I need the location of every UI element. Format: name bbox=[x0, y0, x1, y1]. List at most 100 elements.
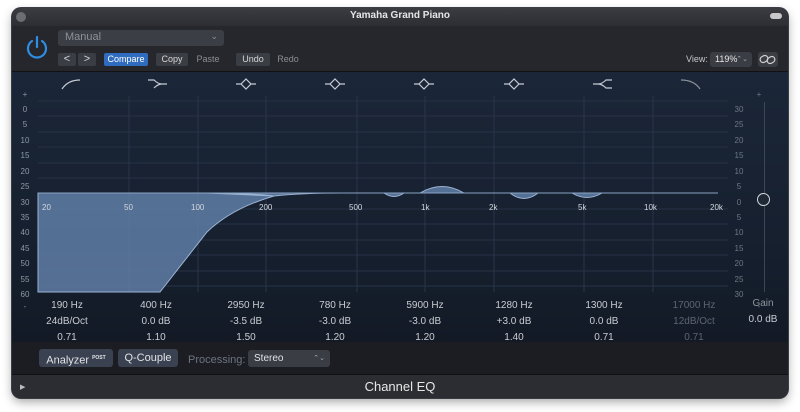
band-7-gain[interactable]: 0.0 dB bbox=[564, 314, 644, 330]
previous-preset-button[interactable]: < bbox=[58, 53, 76, 66]
redo-button[interactable]: Redo bbox=[272, 53, 304, 66]
band-6-q[interactable]: 1.40 bbox=[474, 330, 554, 346]
band-1-params[interactable]: 190 Hz 24dB/Oct 0.71 bbox=[27, 298, 107, 346]
processing-select[interactable]: Stereo ⌃⌄ bbox=[248, 350, 330, 367]
footer-controls: Analyzer POST Q-Couple Processing: Stereo… bbox=[12, 346, 788, 372]
freq-tick-label: 1k bbox=[421, 203, 430, 212]
band-6-params[interactable]: 1280 Hz +3.0 dB 1.40 bbox=[474, 298, 554, 346]
band-5-params[interactable]: 5900 Hz -3.0 dB 1.20 bbox=[385, 298, 465, 346]
preset-menu[interactable]: Manual ⌄ bbox=[58, 30, 224, 46]
freq-tick-label: 10k bbox=[644, 203, 657, 212]
low-cut-icon[interactable] bbox=[60, 78, 82, 90]
db-tick-left: 20 bbox=[20, 167, 30, 176]
freq-tick-label: 20k bbox=[710, 203, 723, 212]
processing-label: Processing: bbox=[188, 354, 246, 366]
power-icon[interactable] bbox=[24, 34, 50, 62]
high-cut-icon[interactable] bbox=[680, 78, 702, 90]
view-zoom-select[interactable]: 119% ⌃⌄ bbox=[710, 52, 752, 67]
band-4-q[interactable]: 1.20 bbox=[295, 330, 375, 346]
band-7-params[interactable]: 1300 Hz 0.0 dB 0.71 bbox=[564, 298, 644, 346]
db-tick-left: 40 bbox=[20, 228, 30, 237]
copy-button[interactable]: Copy bbox=[156, 53, 188, 66]
db-tick-left: 5 bbox=[22, 120, 28, 129]
band-8-q[interactable]: 0.71 bbox=[654, 330, 734, 346]
q-couple-button[interactable]: Q-Couple bbox=[118, 349, 178, 367]
bell-icon[interactable] bbox=[413, 78, 435, 90]
band-1-q[interactable]: 0.71 bbox=[27, 330, 107, 346]
bell-icon[interactable] bbox=[235, 78, 257, 90]
db-tick-right: 15 bbox=[734, 244, 744, 253]
analyzer-label: Analyzer bbox=[46, 354, 90, 367]
gain-slider-knob[interactable] bbox=[757, 193, 770, 206]
band-3-q[interactable]: 1.50 bbox=[206, 330, 286, 346]
bottom-bar: ▶ Channel EQ bbox=[12, 374, 788, 398]
paste-button[interactable]: Paste bbox=[192, 53, 224, 66]
high-shelf-icon[interactable] bbox=[592, 78, 614, 90]
band-5-q[interactable]: 1.20 bbox=[385, 330, 465, 346]
freq-tick-label: 200 bbox=[259, 203, 273, 212]
band-5-frequency[interactable]: 5900 Hz bbox=[385, 298, 465, 314]
band-4-frequency[interactable]: 780 Hz bbox=[295, 298, 375, 314]
band-3-frequency[interactable]: 2950 Hz bbox=[206, 298, 286, 314]
band-8-params[interactable]: 17000 Hz 12dB/Oct 0.71 bbox=[654, 298, 734, 346]
title-bar: Yamaha Grand Piano bbox=[12, 8, 788, 26]
band-parameters: 190 Hz 24dB/Oct 0.71 400 Hz 0.0 dB 1.10 … bbox=[12, 298, 788, 348]
preset-name: Manual bbox=[65, 31, 102, 43]
band-8-frequency[interactable]: 17000 Hz bbox=[654, 298, 734, 314]
db-tick-left: 15 bbox=[20, 151, 30, 160]
freq-tick-label: 2k bbox=[489, 203, 498, 212]
freq-tick-label: 100 bbox=[191, 203, 205, 212]
db-tick-left: 35 bbox=[20, 213, 30, 222]
db-tick-right: 15 bbox=[734, 151, 744, 160]
gain-value[interactable]: 0.0 dB bbox=[742, 314, 784, 325]
analyzer-button[interactable]: Analyzer POST bbox=[39, 349, 113, 367]
undo-button[interactable]: Undo bbox=[236, 53, 270, 66]
analyzer-post-badge: POST bbox=[92, 355, 106, 361]
compare-button[interactable]: Compare bbox=[104, 53, 148, 66]
view-label: View: bbox=[686, 54, 708, 64]
db-tick-left: 55 bbox=[20, 275, 30, 284]
next-preset-button[interactable]: > bbox=[78, 53, 96, 66]
band-2-q[interactable]: 1.10 bbox=[116, 330, 196, 346]
band-2-gain[interactable]: 0.0 dB bbox=[116, 314, 196, 330]
band-3-params[interactable]: 2950 Hz -3.5 dB 1.50 bbox=[206, 298, 286, 346]
db-tick-left: 10 bbox=[20, 136, 30, 145]
link-icon[interactable] bbox=[758, 52, 778, 67]
db-tick-right: 0 bbox=[736, 198, 742, 207]
view-zoom-value: 119% bbox=[715, 54, 738, 64]
band-4-gain[interactable]: -3.0 dB bbox=[295, 314, 375, 330]
band-8-gain[interactable]: 12dB/Oct bbox=[654, 314, 734, 330]
bell-icon[interactable] bbox=[503, 78, 525, 90]
window-title: Yamaha Grand Piano bbox=[349, 10, 451, 21]
freq-tick-label: 500 bbox=[349, 203, 363, 212]
band-2-frequency[interactable]: 400 Hz bbox=[116, 298, 196, 314]
bell-icon[interactable] bbox=[324, 78, 346, 90]
band-7-frequency[interactable]: 1300 Hz bbox=[564, 298, 644, 314]
eq-curve-fill bbox=[37, 186, 718, 293]
band-1-gain[interactable]: 24dB/Oct bbox=[27, 314, 107, 330]
band-2-params[interactable]: 400 Hz 0.0 dB 1.10 bbox=[116, 298, 196, 346]
up-down-icon: ⌃⌄ bbox=[736, 56, 748, 63]
processing-value: Stereo bbox=[254, 353, 284, 364]
chevron-down-icon: ⌄ bbox=[210, 31, 218, 41]
db-tick-right: 20 bbox=[734, 259, 744, 268]
band-6-frequency[interactable]: 1280 Hz bbox=[474, 298, 554, 314]
low-shelf-icon[interactable] bbox=[146, 78, 168, 90]
band-1-frequency[interactable]: 190 Hz bbox=[27, 298, 107, 314]
band-7-q[interactable]: 0.71 bbox=[564, 330, 644, 346]
db-tick-left: 30 bbox=[20, 198, 30, 207]
db-tick-left: + bbox=[22, 90, 28, 99]
db-tick-left: 45 bbox=[20, 244, 30, 253]
band-5-gain[interactable]: -3.0 dB bbox=[385, 314, 465, 330]
db-tick-right: 10 bbox=[734, 228, 744, 237]
band-3-gain[interactable]: -3.5 dB bbox=[206, 314, 286, 330]
freq-tick-label: 20 bbox=[42, 203, 51, 212]
window-resize-icon[interactable] bbox=[770, 13, 782, 19]
db-tick-right: 25 bbox=[734, 275, 744, 284]
band-4-params[interactable]: 780 Hz -3.0 dB 1.20 bbox=[295, 298, 375, 346]
db-tick-right: + bbox=[756, 90, 762, 99]
db-tick-left: 0 bbox=[22, 105, 28, 114]
db-tick-right: 25 bbox=[734, 120, 744, 129]
band-6-gain[interactable]: +3.0 dB bbox=[474, 314, 554, 330]
up-down-icon: ⌃⌄ bbox=[313, 355, 325, 362]
